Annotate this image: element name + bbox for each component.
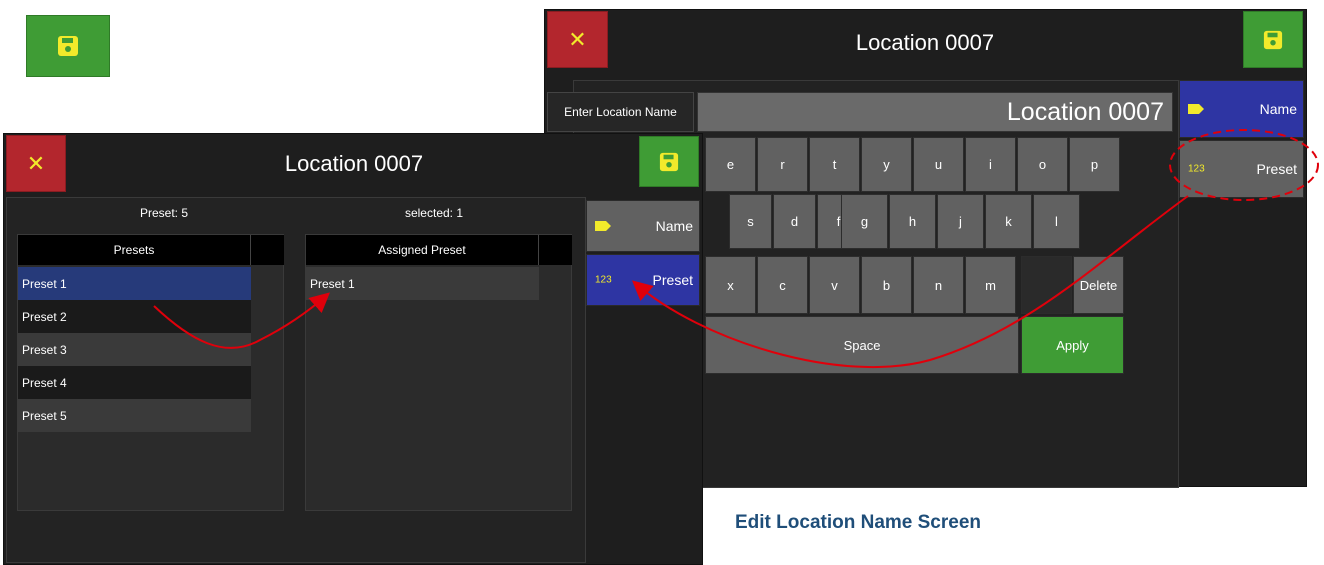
side-name-button[interactable]: Name: [1179, 80, 1304, 138]
key-i[interactable]: i: [965, 137, 1016, 192]
presets-header: Presets: [18, 235, 251, 265]
key-y[interactable]: y: [861, 137, 912, 192]
save-button[interactable]: [26, 15, 110, 77]
list-item[interactable]: Preset 1: [18, 267, 251, 300]
key-r[interactable]: r: [757, 137, 808, 192]
key-c[interactable]: c: [757, 256, 808, 314]
key-s[interactable]: s: [729, 194, 772, 249]
assigned-header: Assigned Preset: [306, 235, 539, 265]
page-title: Location 0007: [284, 151, 424, 176]
key-e[interactable]: e: [705, 137, 756, 192]
list-item[interactable]: Preset 3: [18, 333, 251, 366]
save-icon: [1263, 30, 1283, 49]
list-item[interactable]: Preset 2: [18, 300, 251, 333]
key-m[interactable]: m: [965, 256, 1016, 314]
key-b[interactable]: b: [861, 256, 912, 314]
side-preset-button[interactable]: 123 Preset: [586, 254, 700, 306]
assigned-header-extra: [539, 235, 572, 265]
caption: Edit Location Name Screen: [735, 512, 982, 533]
key-v[interactable]: v: [809, 256, 860, 314]
side-name-label: Name: [655, 218, 693, 234]
side-preset-label: Preset: [1256, 161, 1297, 177]
key-g[interactable]: g: [841, 194, 888, 249]
side-name-button[interactable]: Name: [586, 200, 700, 252]
key-d[interactable]: d: [773, 194, 816, 249]
assigned-list: Assigned Preset Preset 1: [305, 234, 572, 511]
close-icon: ✕: [26, 150, 46, 176]
page-title: Location 0007: [855, 30, 995, 55]
key-x[interactable]: x: [705, 256, 756, 314]
key-p[interactable]: p: [1069, 137, 1120, 192]
list-item[interactable]: Preset 1: [306, 267, 539, 300]
key-h[interactable]: h: [889, 194, 936, 249]
location-screen: ✕ Location 0007 Preset: 5 selected: 1 Pr…: [3, 133, 703, 565]
side-preset-label: Preset: [652, 272, 693, 288]
key-j[interactable]: j: [937, 194, 984, 249]
save-button[interactable]: [1243, 11, 1303, 68]
side-name-label: Name: [1259, 101, 1297, 117]
tag-icon: [1188, 104, 1204, 114]
close-button[interactable]: ✕: [6, 135, 66, 192]
list-item[interactable]: Preset 5: [18, 399, 251, 432]
space-key[interactable]: Space: [705, 316, 1019, 374]
delete-key[interactable]: Delete: [1073, 256, 1124, 314]
key-l[interactable]: l: [1033, 194, 1080, 249]
save-icon: [58, 36, 78, 56]
key-t[interactable]: t: [809, 137, 860, 192]
list-item[interactable]: Preset 4: [18, 366, 251, 399]
close-icon: ✕: [568, 26, 587, 52]
presets-list: Presets Preset 1 Preset 2 Preset 3 Prese…: [17, 234, 284, 511]
save-button[interactable]: [639, 136, 699, 187]
key-k[interactable]: k: [985, 194, 1032, 249]
key-n[interactable]: n: [913, 256, 964, 314]
presets-header-extra: [251, 235, 284, 265]
key-o[interactable]: o: [1017, 137, 1068, 192]
key-blank: [1021, 256, 1072, 314]
preset-count-label: Preset: 5: [139, 206, 189, 220]
tag-icon: [595, 221, 611, 231]
apply-button[interactable]: Apply: [1021, 316, 1124, 374]
save-icon: [659, 152, 679, 171]
number-icon: 123: [1188, 163, 1205, 175]
key-u[interactable]: u: [913, 137, 964, 192]
location-name-input[interactable]: Location 0007: [697, 92, 1173, 132]
enter-name-label: Enter Location Name: [547, 92, 694, 132]
number-icon: 123: [595, 274, 612, 286]
close-button[interactable]: ✕: [547, 11, 608, 68]
side-preset-button[interactable]: 123 Preset: [1179, 140, 1304, 198]
selected-count-label: selected: 1: [404, 206, 464, 220]
